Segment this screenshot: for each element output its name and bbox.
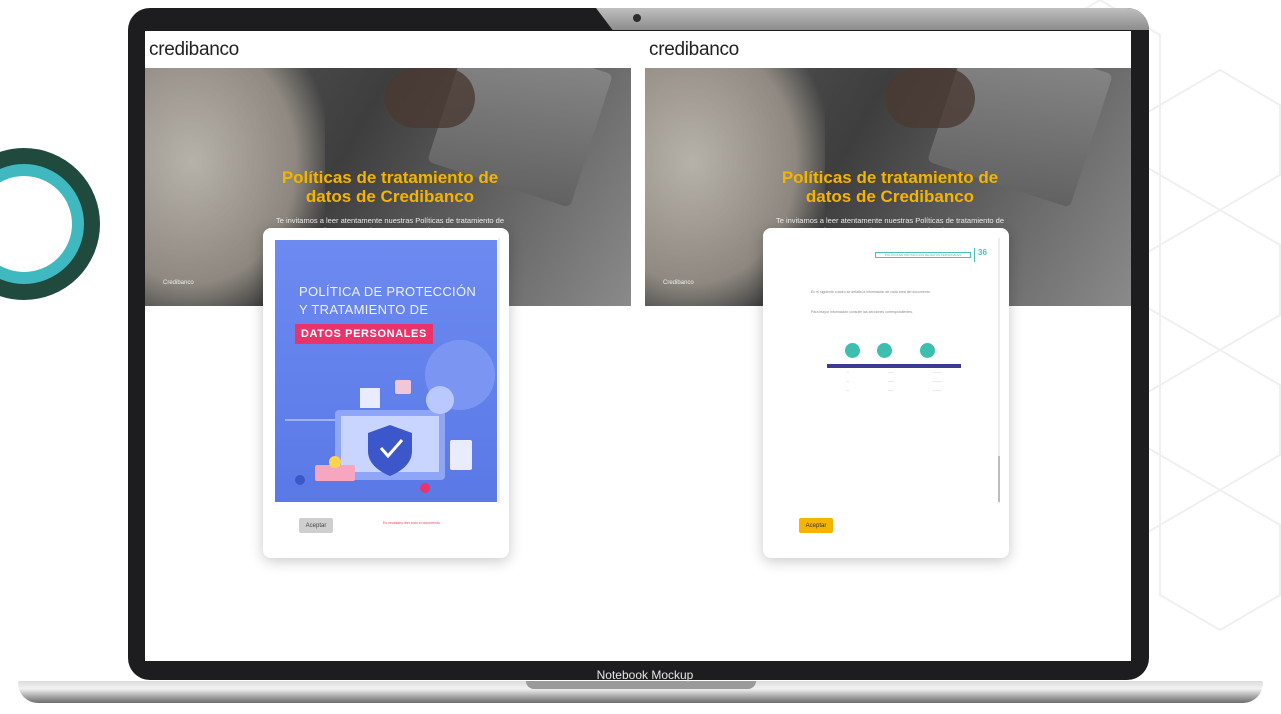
- page-paragraph: Para mayor información consulte las secc…: [811, 310, 913, 314]
- hero-title: Políticas de tratamiento de datos de Cre…: [281, 168, 499, 206]
- document-title-line1: POLÍTICA DE PROTECCIÓN: [299, 284, 477, 299]
- hero-title: Políticas de tratamiento de datos de Cre…: [781, 168, 999, 206]
- accept-button-disabled[interactable]: Aceptar: [299, 518, 333, 533]
- table-row: — —— ———: [846, 370, 942, 374]
- scrollbar-thumb[interactable]: [998, 456, 1000, 502]
- cloud-icon: [426, 386, 454, 414]
- page-header-label: POLÍTICA DE PROTECCIÓN DE DATOS PERSONAL…: [875, 252, 971, 258]
- mockup-caption: Notebook Mockup: [596, 668, 694, 682]
- page-paragraph: En el siguiente cuadro se detalla la inf…: [811, 290, 931, 294]
- document-title-badge: DATOS PERSONALES: [295, 324, 433, 344]
- table-row: — —— ———: [846, 379, 942, 383]
- scrollbar-track[interactable]: [498, 238, 500, 503]
- page-header-divider: [974, 248, 975, 262]
- document-cover[interactable]: POLÍTICA DE PROTECCIÓN Y TRATAMIENTO DE …: [275, 240, 497, 502]
- laptop-screen: credibanco Políticas de tratamiento de d…: [145, 31, 1131, 661]
- network-icon: [845, 343, 860, 358]
- hero-photo-hands: [885, 68, 975, 128]
- document-icon: [877, 343, 892, 358]
- right-screen-panel: credibanco Políticas de tratamiento de d…: [645, 31, 1131, 661]
- policy-document-card: POLÍTICA DE PROTECCIÓN DE DATOS PERSONAL…: [763, 228, 1009, 558]
- read-required-note: Es necesario leer todo el documento: [383, 521, 440, 525]
- left-screen-panel: credibanco Políticas de tratamiento de d…: [145, 31, 631, 661]
- page-table: — —— ——— — —— ——— — —— ———: [827, 364, 961, 406]
- illus-person: [295, 475, 305, 485]
- page-number: 36: [978, 248, 987, 257]
- document-title-line2: Y TRATAMIENTO DE: [299, 302, 429, 317]
- laptop-lid-highlight: [596, 8, 1149, 30]
- illus-panel: [360, 388, 380, 408]
- hero-photo-hands: [385, 68, 475, 128]
- credibanco-logo[interactable]: credibanco: [649, 39, 739, 61]
- top-bar: credibanco: [145, 31, 631, 68]
- table-row: — —— ———: [846, 388, 942, 392]
- accept-button[interactable]: Aceptar: [799, 518, 833, 533]
- illus-person: [420, 483, 430, 493]
- policy-document-card: POLÍTICA DE PROTECCIÓN Y TRATAMIENTO DE …: [263, 228, 509, 558]
- illus-phone: [450, 440, 472, 470]
- hero-footer-text: Credibanco: [163, 280, 194, 286]
- people-icon: [920, 343, 935, 358]
- lock-icon: [395, 380, 411, 394]
- top-bar: credibanco: [645, 31, 1131, 68]
- hero-footer-text: Credibanco: [663, 280, 694, 286]
- security-illustration: [285, 380, 472, 493]
- credibanco-logo[interactable]: credibanco: [149, 39, 239, 61]
- camera-icon: [633, 14, 641, 22]
- illus-coin: [329, 456, 341, 468]
